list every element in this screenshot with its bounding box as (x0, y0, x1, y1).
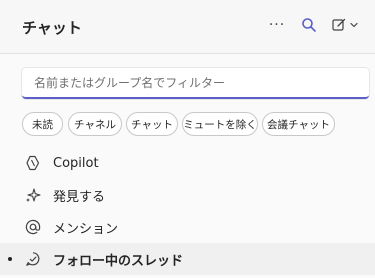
search-button[interactable] (298, 13, 320, 37)
filter-search-box (22, 68, 369, 99)
more-icon: ··· (268, 17, 286, 33)
nav-item-discover[interactable]: 発見する (0, 179, 375, 211)
filter-chip-label: ミュートを除く (183, 118, 257, 131)
search-icon (302, 18, 316, 32)
sparkle-icon (23, 185, 43, 205)
chat-header: チャット ··· (0, 0, 375, 54)
compose-icon (332, 18, 346, 31)
more-options-button[interactable]: ··· (266, 13, 288, 37)
filter-chip-unread[interactable]: 未読 (22, 112, 63, 136)
filter-chip-label: チャット (131, 118, 173, 131)
nav-item-label: Copilot (53, 155, 99, 171)
new-chat-button[interactable] (327, 13, 363, 37)
copilot-icon (23, 153, 43, 173)
filter-chip-exclude-muted[interactable]: ミュートを除く (182, 112, 258, 136)
page-title: チャット (22, 19, 82, 37)
at-icon (23, 217, 43, 237)
filter-chip-meeting-chats[interactable]: 会議チャット (262, 112, 335, 136)
filter-search-input[interactable] (22, 68, 369, 97)
followed-threads-icon (23, 249, 43, 269)
filter-chip-label: 未読 (32, 118, 53, 131)
filter-chip-label: 会議チャット (267, 118, 330, 131)
nav-item-copilot[interactable]: Copilot (0, 147, 375, 179)
nav-item-mentions[interactable]: メンション (0, 211, 375, 243)
nav-item-followed-threads[interactable]: フォロー中のスレッド (0, 243, 375, 275)
nav-item-label: 発見する (53, 189, 106, 205)
nav-item-label: メンション (53, 221, 119, 237)
filter-chip-chats[interactable]: チャット (126, 112, 178, 136)
chevron-down-icon (350, 22, 358, 28)
active-indicator-dot (8, 257, 12, 261)
nav-item-label: フォロー中のスレッド (53, 253, 184, 269)
filter-chip-label: チャネル (74, 118, 116, 131)
filter-chip-channels[interactable]: チャネル (68, 112, 122, 136)
